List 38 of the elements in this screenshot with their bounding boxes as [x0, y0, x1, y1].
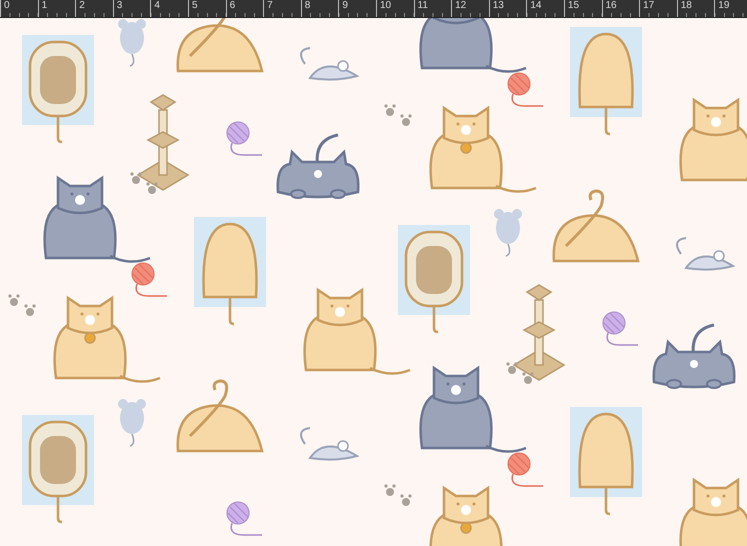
mouse-drawing: [118, 19, 146, 67]
ruler-label: 7: [267, 0, 273, 12]
paw-prints-drawing: [384, 104, 412, 126]
mouse-drawing: [118, 399, 146, 447]
ruler-label: 3: [116, 0, 122, 12]
paw-prints-drawing: [384, 484, 412, 506]
yarn-ball-drawing: [226, 502, 262, 536]
ruler-label: 16: [606, 0, 617, 12]
ruler-label: 8: [304, 0, 310, 12]
yarn-ball-drawing: [508, 452, 543, 487]
ruler-label: 19: [718, 0, 730, 12]
paw-prints-drawing: [8, 294, 36, 316]
ruler-label: 18: [680, 0, 692, 12]
ruler-label: 2: [79, 0, 85, 12]
yarn-ball-drawing: [226, 122, 262, 156]
ruler-label: 14: [530, 0, 542, 12]
ruler-label: 12: [455, 0, 466, 12]
paw-prints-drawing: [130, 172, 158, 194]
ruler-label: 9: [342, 0, 348, 12]
cat-drawing: [679, 478, 747, 546]
ruler-label: 1: [42, 0, 48, 12]
mouse-drawing: [300, 47, 358, 81]
ruler-label: 10: [380, 0, 392, 12]
mouse-drawing: [494, 209, 522, 257]
yarn-ball-drawing: [602, 312, 638, 346]
ruler-label: 15: [568, 0, 580, 12]
mouse-drawing: [676, 237, 734, 271]
ruler-label: 6: [230, 0, 236, 12]
yarn-ball-drawing: [508, 72, 543, 107]
ruler-label: 0: [4, 0, 10, 12]
mouse-drawing: [300, 427, 358, 461]
ruler-label: 11: [418, 0, 428, 12]
ruler-label: 13: [492, 0, 504, 12]
ruler-label: 4: [154, 0, 160, 12]
ruler-label: 5: [192, 0, 198, 12]
paw-prints-drawing: [506, 362, 534, 384]
yarn-ball-drawing: [132, 262, 167, 297]
ruler-label: 17: [643, 0, 654, 12]
